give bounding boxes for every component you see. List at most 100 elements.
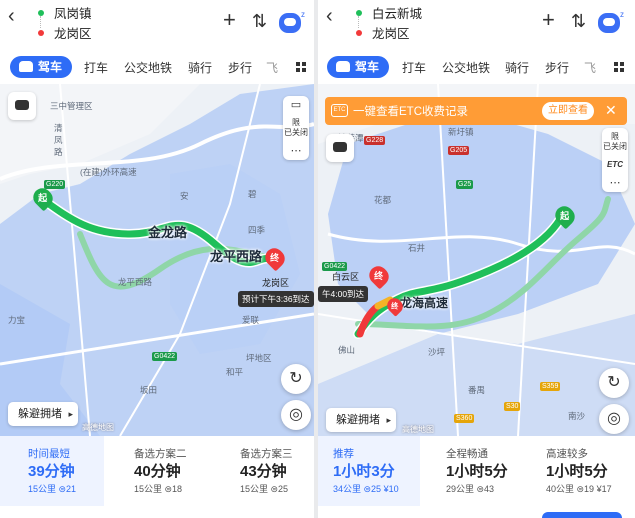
car-icon (336, 61, 350, 72)
traffic-icon[interactable]: ▭ (283, 96, 309, 114)
map-side-tools: ▭ 限已关闭 ⋯ (283, 96, 309, 160)
road-shield: S30 (504, 402, 521, 411)
route-input-box[interactable]: 白云新城 龙岗区 (348, 2, 528, 46)
destination-field[interactable]: 龙岗区 (356, 25, 410, 43)
road-shield: G228 (364, 136, 386, 145)
origin-field[interactable]: 白云新城 (356, 5, 422, 23)
assistant-robot-icon[interactable]: z (598, 10, 624, 33)
origin-dot-icon (38, 10, 44, 16)
destination-field[interactable]: 龙岗区 (38, 25, 92, 43)
plan-meta: 29公里 ⊜43 (446, 484, 495, 494)
tab-walk[interactable]: 步行 (545, 58, 569, 78)
back-icon[interactable]: ‹ (326, 6, 344, 26)
map-label: 新圩镇 (448, 127, 474, 137)
plan-option-1[interactable]: 时间最短 39分钟 15公里 ⊜21 (0, 436, 104, 506)
tab-drive[interactable]: 驾车 (327, 56, 390, 78)
more-dots-icon[interactable]: ⋯ (283, 142, 309, 160)
swap-icon[interactable]: ⇅ (252, 10, 267, 32)
etc-toggle[interactable]: ETC (602, 156, 628, 174)
transport-tabs: 驾车 打车 公交地铁 骑行 步行 飞 (0, 54, 314, 82)
restriction-toggle[interactable]: 限已关闭 (283, 114, 309, 142)
road-shield: G25 (456, 180, 474, 189)
map-label: 凤 (54, 135, 63, 145)
back-icon[interactable]: ‹ (8, 6, 26, 26)
plan-option-2[interactable]: 全程畅通 1小时5分 29公里 ⊜43 (446, 436, 530, 506)
more-dots-icon[interactable]: ⋯ (602, 174, 628, 192)
map-label: 坂田 (140, 385, 158, 395)
map-label: 三中管理区 (50, 101, 93, 111)
tab-taxi[interactable]: 打车 (84, 58, 108, 78)
tab-bike[interactable]: 骑行 (188, 58, 212, 78)
map-label: 清 (54, 123, 63, 133)
tab-transit[interactable]: 公交地铁 (442, 58, 490, 78)
tab-drive[interactable]: 驾车 (10, 56, 73, 78)
tab-bike[interactable]: 骑行 (505, 58, 529, 78)
origin-field[interactable]: 凤岗镇 (38, 5, 92, 23)
plan-label: 全程畅通 (446, 448, 488, 460)
map-view[interactable]: 新圩镇 钟落潭 良田 G228 G205 G25 花都 石井 佛山 白云区 沙坪… (318, 84, 635, 436)
etc-banner[interactable]: ETC 一键查看ETC收费记录 立即查看 ✕ (325, 97, 627, 125)
restriction-status: 已关闭 (603, 142, 627, 151)
chat-icon (333, 142, 347, 152)
map-view[interactable]: 三中管理区 清 凤 路 (在建)外环高速 龙平西路 安 碧 四季 爱联 力宝 坪… (0, 84, 314, 436)
map-label: 番禺 (468, 385, 486, 395)
map-label: 爱联 (242, 315, 260, 325)
assistant-robot-icon[interactable]: z (279, 10, 305, 33)
origin-text: 凤岗镇 (54, 7, 92, 21)
add-waypoint-icon[interactable]: + (542, 9, 555, 31)
road-shield: G205 (448, 146, 470, 155)
locate-icon[interactable]: ◎ (599, 404, 629, 434)
more-grid-icon[interactable] (614, 62, 624, 72)
add-waypoint-icon[interactable]: + (223, 9, 236, 31)
plan-meta: 15公里 ⊜18 (134, 484, 183, 494)
etc-view-button[interactable]: 立即查看 (542, 102, 594, 120)
plan-duration: 39分钟 (28, 463, 75, 480)
plan-meta: 15公里 ⊜21 (28, 484, 77, 494)
origin-text: 白云新城 (372, 7, 423, 21)
map-label: 沙坪 (428, 347, 446, 357)
tab-taxi[interactable]: 打车 (402, 58, 426, 78)
plan-label: 备选方案三 (240, 448, 293, 460)
map-label: 力宝 (8, 315, 26, 325)
tab-flight[interactable]: 飞 (584, 58, 596, 78)
start-nav-bar[interactable] (542, 512, 622, 518)
plan-option-1[interactable]: 推荐 1小时3分 34公里 ⊜25 ¥10 (318, 436, 420, 506)
route-plans: 时间最短 39分钟 15公里 ⊜21 备选方案二 40分钟 15公里 ⊜18 备… (0, 436, 314, 518)
plan-option-3[interactable]: 高速较多 1小时5分 40公里 ⊜19 ¥17 (546, 436, 632, 506)
restriction-toggle[interactable]: 限已关闭 (602, 128, 628, 156)
restriction-label: 限 (292, 118, 300, 127)
plan-meta: 34公里 ⊜25 ¥10 (333, 484, 399, 494)
plan-option-2[interactable]: 备选方案二 40分钟 15公里 ⊜18 (134, 436, 224, 506)
origin-dot-icon (356, 10, 362, 16)
tab-transit[interactable]: 公交地铁 (124, 58, 172, 78)
destination-text: 龙岗区 (54, 27, 92, 41)
message-button[interactable] (8, 92, 36, 120)
avoid-congestion-button[interactable]: 躲避拥堵 (326, 408, 396, 432)
route-input-box[interactable]: 凤岗镇 龙岗区 (30, 2, 210, 46)
map-label: 石井 (408, 243, 426, 253)
map-side-tools: 限已关闭 ETC ⋯ (602, 128, 628, 192)
locate-icon[interactable]: ◎ (281, 400, 311, 430)
tab-walk[interactable]: 步行 (228, 58, 252, 78)
map-label: (在建)外环高速 (80, 167, 137, 177)
road-label: 龙平西路 (210, 249, 263, 264)
map-watermark: 高德地图 (402, 425, 434, 434)
plan-meta: 40公里 ⊜19 ¥17 (546, 484, 612, 494)
destination-text: 龙岗区 (372, 27, 410, 41)
message-button[interactable] (326, 134, 354, 162)
plan-label: 备选方案二 (134, 448, 187, 460)
swap-icon[interactable]: ⇅ (571, 10, 586, 32)
tab-flight[interactable]: 飞 (266, 58, 278, 78)
more-grid-icon[interactable] (296, 62, 306, 72)
end-marker-text: 终 (270, 253, 280, 264)
avoid-congestion-button[interactable]: 躲避拥堵 (8, 402, 78, 426)
restriction-label: 限 (611, 132, 619, 141)
map-label: 南沙 (568, 411, 586, 421)
refresh-icon[interactable]: ↻ (599, 368, 629, 398)
tab-drive-label: 驾车 (355, 60, 380, 74)
refresh-icon[interactable]: ↻ (281, 364, 311, 394)
plan-duration: 43分钟 (240, 463, 287, 480)
close-icon[interactable]: ✕ (605, 102, 617, 119)
plan-option-3[interactable]: 备选方案三 43分钟 15公里 ⊜25 (240, 436, 314, 506)
right-route-panel: ‹ 白云新城 龙岗区 + ⇅ z 驾车 打车 公交地铁 骑行 步行 飞 新圩镇 … (318, 0, 635, 518)
